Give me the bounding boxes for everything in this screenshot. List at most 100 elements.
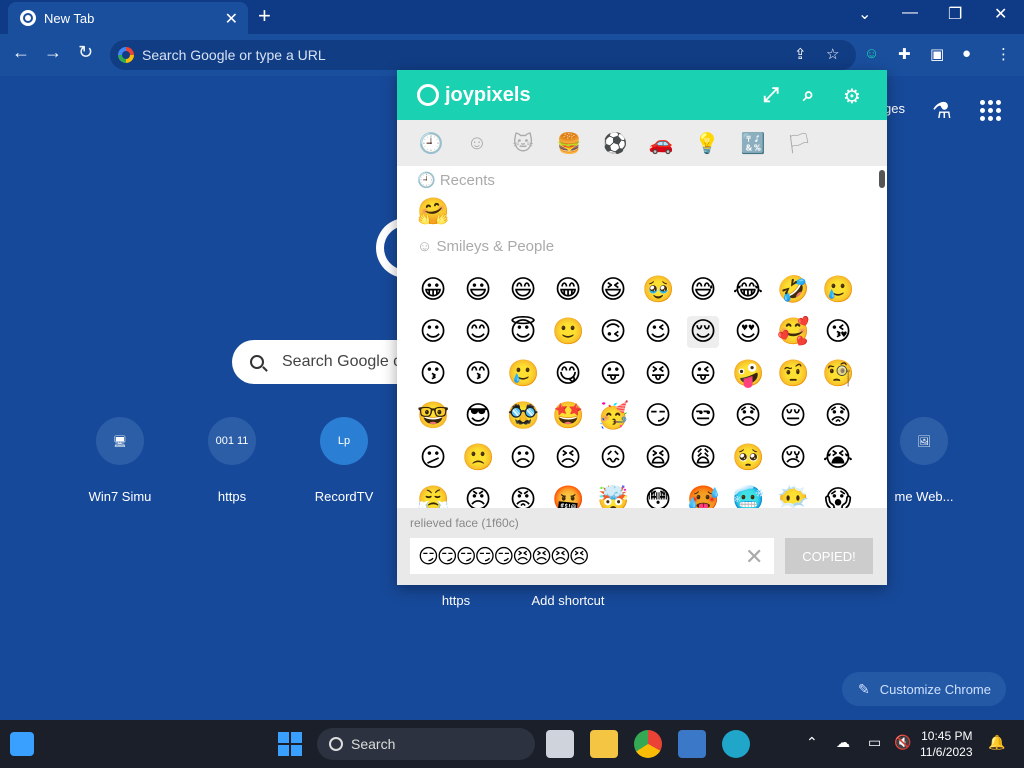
- shortcut-web[interactable]: 🖼 me Web...: [874, 417, 974, 504]
- emoji-button[interactable]: ☺: [417, 316, 449, 348]
- joypixels-extension-icon[interactable]: ☺: [864, 45, 879, 62]
- emoji-button[interactable]: 🤓: [417, 400, 449, 432]
- widgets-icon[interactable]: [10, 732, 34, 756]
- emoji-button[interactable]: 🤨: [777, 358, 809, 390]
- expand-icon[interactable]: ⤢: [763, 84, 779, 107]
- emoji-button[interactable]: 😀: [417, 274, 449, 306]
- emoji-button[interactable]: 😱: [822, 484, 854, 508]
- emoji-button[interactable]: 🤩: [552, 400, 584, 432]
- emoji-button[interactable]: 😏: [642, 400, 674, 432]
- forward-icon[interactable]: →: [44, 42, 62, 63]
- emoji-button[interactable]: 😒: [687, 400, 719, 432]
- emoji-button[interactable]: 😉: [642, 316, 674, 348]
- emoji-button[interactable]: 😩: [687, 442, 719, 474]
- chrome-taskbar-icon[interactable]: [634, 730, 662, 758]
- emoji-button[interactable]: 😖: [597, 442, 629, 474]
- category-tab[interactable]: 🕘: [419, 131, 444, 155]
- omnibox[interactable]: Search Google or type a URL: [110, 40, 856, 70]
- emoji-button[interactable]: 😋: [552, 358, 584, 390]
- emoji-button[interactable]: 😜: [687, 358, 719, 390]
- category-tab[interactable]: ⚽: [603, 131, 628, 155]
- emoji-button[interactable]: 🥰: [777, 316, 809, 348]
- tab-close-icon[interactable]: ✕: [225, 9, 238, 29]
- emoji-button[interactable]: 😙: [462, 358, 494, 390]
- emoji-button[interactable]: 😔: [777, 400, 809, 432]
- emoji-button[interactable]: 🤯: [597, 484, 629, 508]
- emoji-button[interactable]: 🧐: [822, 358, 854, 390]
- category-tab[interactable]: 🐱: [511, 131, 535, 155]
- emoji-button[interactable]: 😇: [507, 316, 539, 348]
- new-tab-button[interactable]: +: [258, 4, 271, 28]
- category-tab[interactable]: 💡: [695, 131, 720, 155]
- volume-icon[interactable]: 🔇: [894, 734, 911, 751]
- emoji-button[interactable]: 😞: [732, 400, 764, 432]
- app-taskbar-icon[interactable]: [678, 730, 706, 758]
- emoji-button[interactable]: 😄: [507, 274, 539, 306]
- tab-search-icon[interactable]: ⌄: [858, 4, 871, 24]
- add-shortcut-label[interactable]: Add shortcut: [518, 593, 618, 608]
- emoji-button[interactable]: 😟: [822, 400, 854, 432]
- taskbar-search[interactable]: Search: [317, 728, 535, 760]
- notifications-icon[interactable]: 🔔: [988, 734, 1005, 751]
- search-icon[interactable]: ⌕: [803, 84, 814, 107]
- shortcut-win7[interactable]: 🖥 Win7 Simu: [70, 417, 170, 504]
- restore-button[interactable]: ❐: [948, 4, 962, 24]
- shortcut-https[interactable]: 001 11 https: [182, 417, 282, 504]
- reload-icon[interactable]: ↻: [78, 42, 93, 63]
- category-tab[interactable]: 🔣: [741, 131, 766, 155]
- labs-icon[interactable]: ⚗: [932, 98, 952, 124]
- emoji-button[interactable]: 😢: [777, 442, 809, 474]
- scrollbar-thumb[interactable]: [879, 170, 885, 188]
- emoji-button[interactable]: 😤: [417, 484, 449, 508]
- file-explorer-icon[interactable]: [590, 730, 618, 758]
- task-view-icon[interactable]: [546, 730, 574, 758]
- emoji-button[interactable]: 😠: [462, 484, 494, 508]
- tab-new-tab[interactable]: New Tab ✕: [8, 2, 248, 34]
- bookmark-star-icon[interactable]: ☆: [826, 45, 839, 63]
- apps-icon[interactable]: [980, 100, 1001, 121]
- emoji-button[interactable]: 🥸: [507, 400, 539, 432]
- emoji-button[interactable]: 😃: [462, 274, 494, 306]
- clear-icon[interactable]: ✕: [745, 544, 763, 570]
- back-icon[interactable]: ←: [12, 42, 30, 63]
- emoji-button[interactable]: 😌: [687, 316, 719, 348]
- emoji-button[interactable]: 😗: [417, 358, 449, 390]
- images-link[interactable]: ges: [884, 101, 905, 116]
- profile-icon[interactable]: ●: [962, 45, 971, 62]
- emoji-button[interactable]: 🥵: [687, 484, 719, 508]
- emoji-button[interactable]: 😕: [417, 442, 449, 474]
- emoji-button[interactable]: 🥲: [507, 358, 539, 390]
- onedrive-icon[interactable]: ☁: [836, 734, 850, 751]
- category-tab[interactable]: 🏳: [786, 131, 811, 155]
- close-window-button[interactable]: ✕: [994, 4, 1007, 24]
- emoji-button[interactable]: 😣: [552, 442, 584, 474]
- tray-chevron-icon[interactable]: ⌃: [806, 734, 818, 751]
- emoji-button[interactable]: 😂: [732, 274, 764, 306]
- start-button[interactable]: [278, 732, 302, 756]
- emoji-button[interactable]: 😁: [552, 274, 584, 306]
- shortcut-label-https-2[interactable]: https: [406, 593, 506, 608]
- emoji-list[interactable]: 🕘 Recents 🤗 ☺ Smileys & People 😀 😃 😄 😁 😆 🥹 😅 😂 🤣 🥲 ☺ 😊…: [397, 166, 887, 508]
- emoji-button[interactable]: 😘: [822, 316, 854, 348]
- menu-icon[interactable]: ⋮: [996, 45, 1011, 63]
- emoji-button[interactable]: 😅: [687, 274, 719, 306]
- extensions-icon[interactable]: ✚: [898, 45, 911, 63]
- emoji-button[interactable]: 🥺: [732, 442, 764, 474]
- emoji-button[interactable]: 😡: [507, 484, 539, 508]
- emoji-button[interactable]: 😫: [642, 442, 674, 474]
- share-icon[interactable]: ⇪: [794, 45, 807, 63]
- side-panel-icon[interactable]: ▣: [930, 45, 944, 63]
- emoji-button[interactable]: 🥲: [822, 274, 854, 306]
- emoji-button[interactable]: 😳: [642, 484, 674, 508]
- emoji-button[interactable]: 🤪: [732, 358, 764, 390]
- taskbar-clock[interactable]: 10:45 PM 11/6/2023: [920, 728, 973, 760]
- minimize-button[interactable]: —: [902, 4, 918, 22]
- emoji-button[interactable]: 😆: [597, 274, 629, 306]
- network-icon[interactable]: ▭: [868, 734, 881, 751]
- emoji-button[interactable]: 🤬: [552, 484, 584, 508]
- category-tab[interactable]: ☺: [465, 131, 489, 155]
- emoji-button[interactable]: 😛: [597, 358, 629, 390]
- emoji-button[interactable]: 😍: [732, 316, 764, 348]
- customize-chrome-button[interactable]: ✎ Customize Chrome: [842, 672, 1006, 706]
- emoji-button[interactable]: 😎: [462, 400, 494, 432]
